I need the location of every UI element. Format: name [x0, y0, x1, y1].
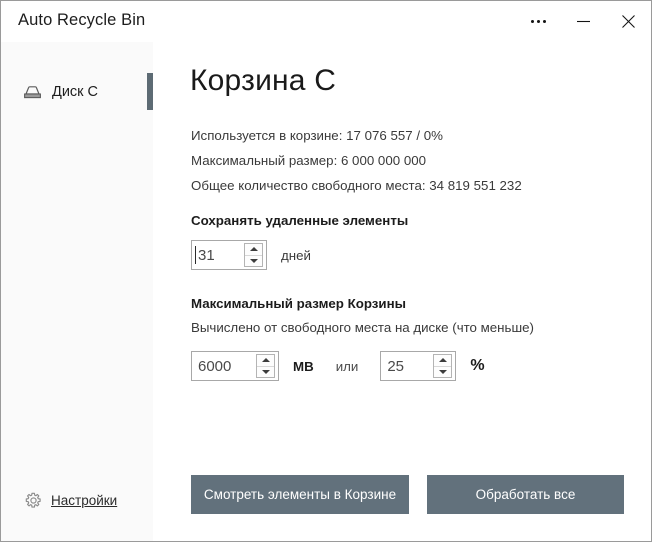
max-size-subtitle: Вычислено от свободного места на диске (…	[191, 320, 534, 335]
max-size-mb-arrows	[256, 354, 275, 378]
chevron-up-icon	[261, 358, 270, 363]
max-size-percent-arrows	[433, 354, 453, 378]
settings-label: Настройки	[51, 492, 118, 508]
minimize-button[interactable]	[561, 1, 606, 42]
sidebar-item-disk-c[interactable]: Диск С	[1, 73, 153, 111]
keep-days-increment-button[interactable]	[245, 244, 262, 255]
close-icon	[622, 15, 635, 28]
keep-days-arrows	[244, 243, 263, 267]
sidebar-item-label: Диск С	[52, 84, 99, 100]
action-buttons: Смотреть элементы в Корзине Обработать в…	[191, 475, 624, 514]
keep-days-value[interactable]: 31	[192, 241, 244, 269]
max-size-mb-increment-button[interactable]	[257, 355, 274, 366]
max-size-mb-decrement-button[interactable]	[257, 365, 274, 378]
chevron-up-icon	[249, 247, 258, 252]
max-size-percent-spinner[interactable]: 25	[380, 351, 457, 381]
keep-days-spinner[interactable]: 31	[191, 240, 267, 270]
settings-link[interactable]: Настройки	[1, 491, 153, 509]
sidebar: Диск С Настройки	[1, 42, 153, 541]
more-options-button[interactable]	[516, 1, 561, 42]
process-all-button[interactable]: Обработать все	[427, 475, 624, 514]
chevron-down-icon	[261, 369, 270, 374]
gear-icon	[24, 491, 42, 509]
max-size-percent-increment-button[interactable]	[434, 355, 451, 366]
max-size-percent-value[interactable]: 25	[381, 352, 433, 380]
max-size-mb-value[interactable]: 6000	[192, 352, 256, 380]
max-size-heading: Максимальный размер Корзины	[191, 296, 406, 311]
keep-days-unit: дней	[281, 247, 311, 263]
keep-days-decrement-button[interactable]	[245, 254, 262, 267]
info-free-space: Общее количество свободного места: 34 81…	[191, 178, 522, 193]
info-max-size: Максимальный размер: 6 000 000 000	[191, 153, 427, 168]
keep-items-heading: Сохранять удаленные элементы	[191, 213, 409, 228]
recycle-bin-info: Используется в корзине: 17 076 557 / 0% …	[191, 123, 522, 198]
minimize-icon	[577, 20, 590, 23]
chevron-up-icon	[438, 358, 447, 363]
page-title: Корзина С	[190, 64, 337, 97]
keep-days-row: 31 дней	[191, 240, 311, 270]
drive-icon	[22, 82, 42, 102]
max-size-percent-decrement-button[interactable]	[434, 365, 452, 378]
max-size-mb-spinner[interactable]: 6000	[191, 351, 279, 381]
chevron-down-icon	[438, 369, 447, 374]
view-items-button[interactable]: Смотреть элементы в Корзине	[191, 475, 409, 514]
main-content: Корзина С Используется в корзине: 17 076…	[153, 42, 651, 541]
more-dots-icon	[531, 20, 546, 23]
info-used: Используется в корзине: 17 076 557 / 0%	[191, 128, 443, 143]
window-controls	[516, 1, 651, 42]
max-size-percent-unit: %	[470, 357, 485, 374]
title-bar: Auto Recycle Bin	[1, 1, 651, 42]
app-window: Auto Recycle Bin Диск С Настройки Корзин…	[0, 0, 652, 542]
max-size-mb-unit: MB	[293, 358, 314, 374]
max-size-conjunction: или	[335, 358, 359, 374]
app-title: Auto Recycle Bin	[18, 11, 146, 29]
chevron-down-icon	[249, 258, 258, 263]
max-size-row: 6000 MB или 25 %	[191, 351, 485, 381]
close-button[interactable]	[606, 1, 651, 42]
